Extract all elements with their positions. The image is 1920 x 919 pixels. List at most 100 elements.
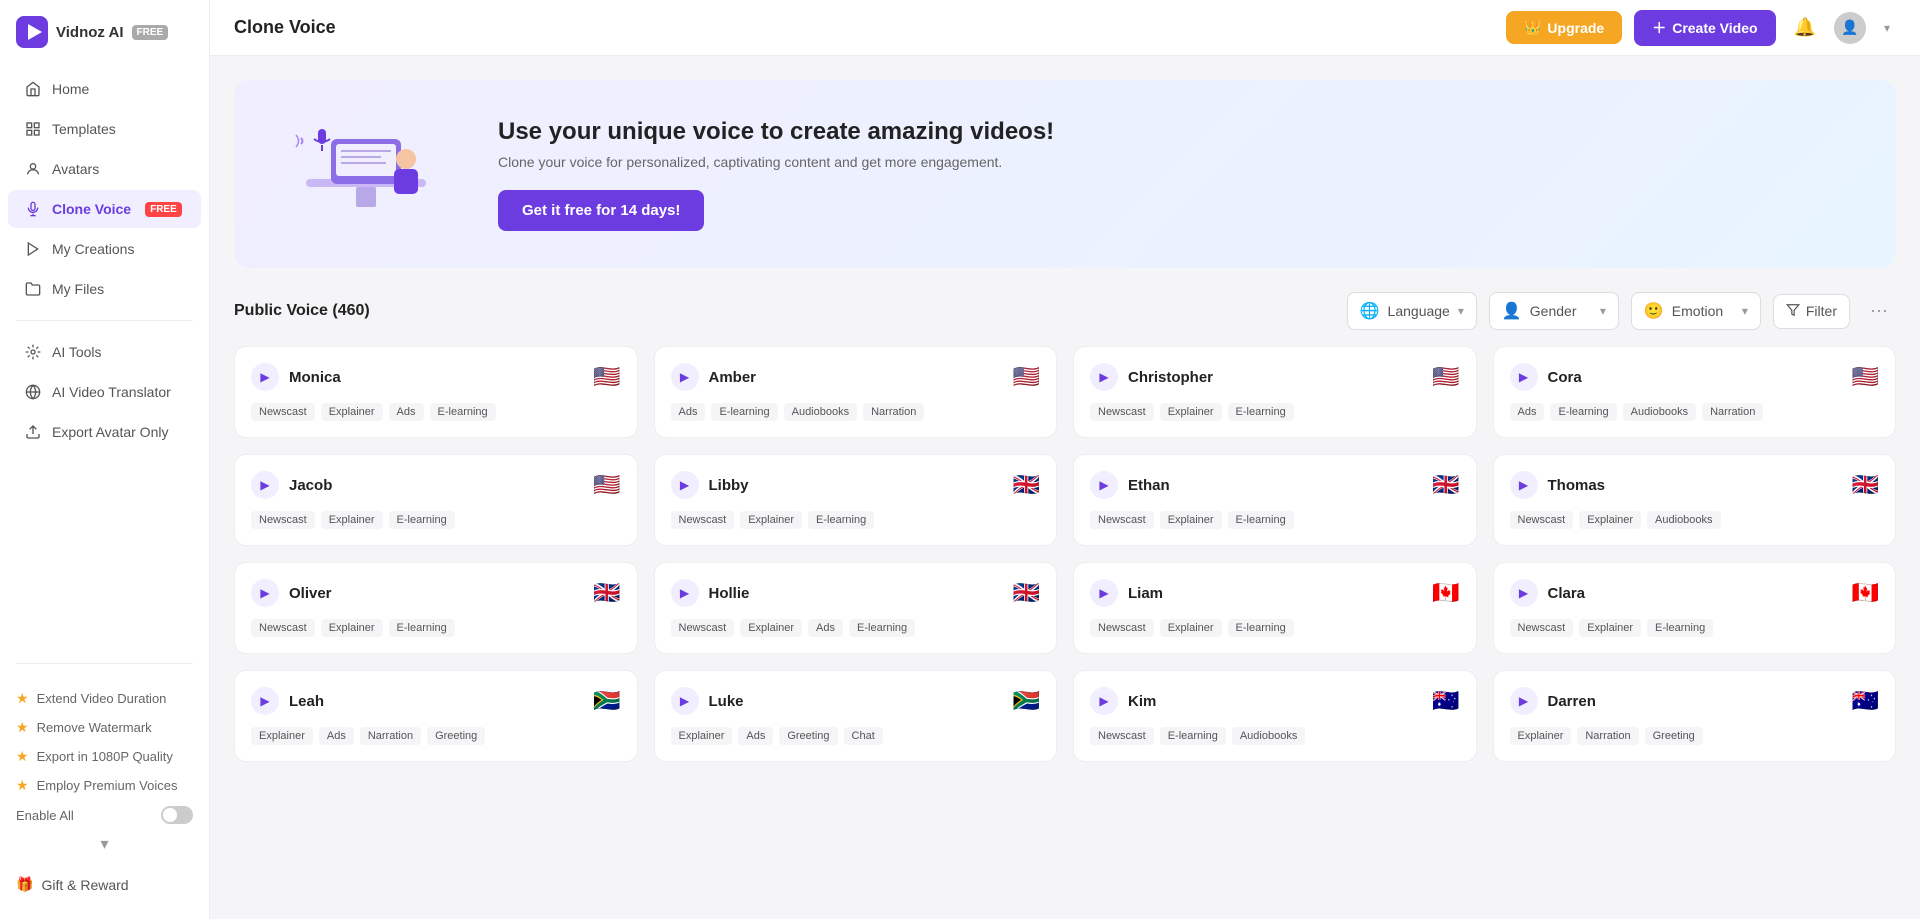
sidebar-item-export-avatar-only[interactable]: Export Avatar Only <box>8 413 201 451</box>
files-icon <box>24 280 42 298</box>
more-options-button[interactable]: ⋯ <box>1862 297 1896 326</box>
voice-tag: Ads <box>319 727 354 745</box>
voice-card: ▶Amber🇺🇸AdsE-learningAudiobooksNarration <box>654 346 1058 438</box>
voice-card-header: ▶ Liam 🇨🇦 <box>1090 579 1460 607</box>
voice-tag: Greeting <box>427 727 485 745</box>
voice-play-button[interactable]: ▶ <box>251 687 279 715</box>
filter-button[interactable]: Filter <box>1773 294 1850 329</box>
voice-tag: Newscast <box>251 511 315 529</box>
gender-filter[interactable]: 👤 Gender ▾ <box>1489 292 1619 330</box>
voice-card: ▶Oliver🇬🇧NewscastExplainerE-learning <box>234 562 638 654</box>
voice-play-button[interactable]: ▶ <box>1510 579 1538 607</box>
flag-icon: 🇺🇸 <box>1432 364 1459 390</box>
voice-play-button[interactable]: ▶ <box>671 579 699 607</box>
voice-play-button[interactable]: ▶ <box>1090 363 1118 391</box>
voice-tag: E-learning <box>1160 727 1226 745</box>
voice-card-header: ▶Thomas🇬🇧 <box>1510 471 1880 499</box>
voice-tag: Greeting <box>779 727 837 745</box>
ai-tools-icon <box>24 343 42 361</box>
voice-card-header: ▶ Leah 🇿🇦 <box>251 687 621 715</box>
filter-button-label: Filter <box>1806 303 1837 319</box>
voice-tag: E-learning <box>1550 403 1616 421</box>
notification-button[interactable]: 🔔 <box>1788 11 1822 44</box>
enable-all-toggle[interactable] <box>161 806 193 824</box>
sidebar-item-avatars[interactable]: Avatars <box>8 150 201 188</box>
sidebar-item-clone-voice[interactable]: Clone Voice FREE <box>8 190 201 228</box>
banner-illustration-svg <box>276 109 456 239</box>
sidebar-item-templates[interactable]: Templates <box>8 110 201 148</box>
nav-divider <box>16 320 193 321</box>
filter-icon <box>1786 303 1800 320</box>
user-menu-button[interactable]: ▾ <box>1878 15 1896 41</box>
voice-name: Kim <box>1128 693 1156 710</box>
voice-play-button[interactable]: ▶ <box>251 471 279 499</box>
gift-reward-item[interactable]: 🎁 Gift & Reward <box>0 866 209 903</box>
voice-name: Leah <box>289 693 324 710</box>
voice-tag: E-learning <box>1228 619 1294 637</box>
voice-tag: Explainer <box>321 403 383 421</box>
emotion-smile-icon: 🙂 <box>1644 301 1664 321</box>
upgrade-extend-video[interactable]: ★ Extend Video Duration <box>16 684 193 713</box>
voice-play-button[interactable]: ▶ <box>1510 471 1538 499</box>
sidebar-item-home[interactable]: Home <box>8 70 201 108</box>
voice-tag: Explainer <box>321 511 383 529</box>
user-avatar[interactable]: 👤 <box>1834 12 1866 44</box>
language-filter[interactable]: 🌐 Language ▾ <box>1347 292 1477 330</box>
create-video-button[interactable]: ＋ Create Video <box>1634 10 1775 46</box>
voice-play-button[interactable]: ▶ <box>1090 471 1118 499</box>
voice-play-button[interactable]: ▶ <box>1510 363 1538 391</box>
voice-tag: Explainer <box>321 619 383 637</box>
sidebar-item-my-files[interactable]: My Files <box>8 270 201 308</box>
voice-tag: Newscast <box>1090 511 1154 529</box>
sidebar-item-ai-tools[interactable]: AI Tools <box>8 333 201 371</box>
voice-tag: E-learning <box>849 619 915 637</box>
upgrade-remove-watermark[interactable]: ★ Remove Watermark <box>16 713 193 742</box>
flag-icon: 🇬🇧 <box>593 580 620 606</box>
voice-tags: AdsE-learningAudiobooksNarration <box>1510 403 1880 421</box>
content-area: Use your unique voice to create amazing … <box>210 56 1920 919</box>
banner-cta-button[interactable]: Get it free for 14 days! <box>498 190 704 231</box>
voice-card: ▶Leah🇿🇦ExplainerAdsNarrationGreeting <box>234 670 638 762</box>
star-icon-1: ★ <box>16 690 29 707</box>
voice-tag: Audiobooks <box>784 403 858 421</box>
voice-card-header: ▶Oliver🇬🇧 <box>251 579 621 607</box>
language-chevron-icon: ▾ <box>1458 304 1464 318</box>
flag-icon: 🇿🇦 <box>593 688 620 714</box>
voice-play-button[interactable]: ▶ <box>251 579 279 607</box>
upgrade-export-1080p[interactable]: ★ Export in 1080P Quality <box>16 742 193 771</box>
main-content: Clone Voice 👑 Upgrade ＋ Create Video 🔔 👤… <box>210 0 1920 919</box>
sidebar-item-ai-tools-label: AI Tools <box>52 344 102 360</box>
voice-tags: ExplainerNarrationGreeting <box>1510 727 1880 745</box>
voice-tag: Narration <box>1702 403 1763 421</box>
upgrade-button[interactable]: 👑 Upgrade <box>1506 11 1622 44</box>
sidebar-item-my-creations[interactable]: My Creations <box>8 230 201 268</box>
upgrade-premium-voices[interactable]: ★ Employ Premium Voices <box>16 771 193 800</box>
voice-name: Liam <box>1128 585 1163 602</box>
banner-heading: Use your unique voice to create amazing … <box>498 118 1054 146</box>
voice-play-button[interactable]: ▶ <box>671 471 699 499</box>
sidebar-item-home-label: Home <box>52 81 89 97</box>
sidebar-item-my-creations-label: My Creations <box>52 241 134 257</box>
upgrade-icon: 👑 <box>1524 19 1541 36</box>
voice-tags: NewscastExplainerE-learning <box>671 511 1041 529</box>
voice-play-button[interactable]: ▶ <box>671 687 699 715</box>
voice-tag: Narration <box>360 727 421 745</box>
emotion-filter[interactable]: 🙂 Emotion ▾ <box>1631 292 1761 330</box>
voice-tag: Explainer <box>1579 511 1641 529</box>
upgrade-section: ★ Extend Video Duration ★ Remove Waterma… <box>0 676 209 866</box>
voice-tag: Ads <box>808 619 843 637</box>
voice-play-button[interactable]: ▶ <box>1090 687 1118 715</box>
voice-tag: Audiobooks <box>1232 727 1306 745</box>
sidebar-item-ai-video-translator[interactable]: AI Video Translator <box>8 373 201 411</box>
logo-area: Vidnoz AI FREE <box>0 16 209 68</box>
voice-play-button[interactable]: ▶ <box>1510 687 1538 715</box>
avatars-icon <box>24 160 42 178</box>
upgrade-collapse-btn[interactable]: ▾ <box>16 830 193 858</box>
voice-play-button[interactable]: ▶ <box>1090 579 1118 607</box>
flag-icon: 🇬🇧 <box>1852 472 1879 498</box>
voice-tag: Explainer <box>1579 619 1641 637</box>
voice-play-button[interactable]: ▶ <box>251 363 279 391</box>
flag-icon: 🇨🇦 <box>1432 580 1459 606</box>
voice-play-button[interactable]: ▶ <box>671 363 699 391</box>
upgrade-divider <box>16 663 193 664</box>
